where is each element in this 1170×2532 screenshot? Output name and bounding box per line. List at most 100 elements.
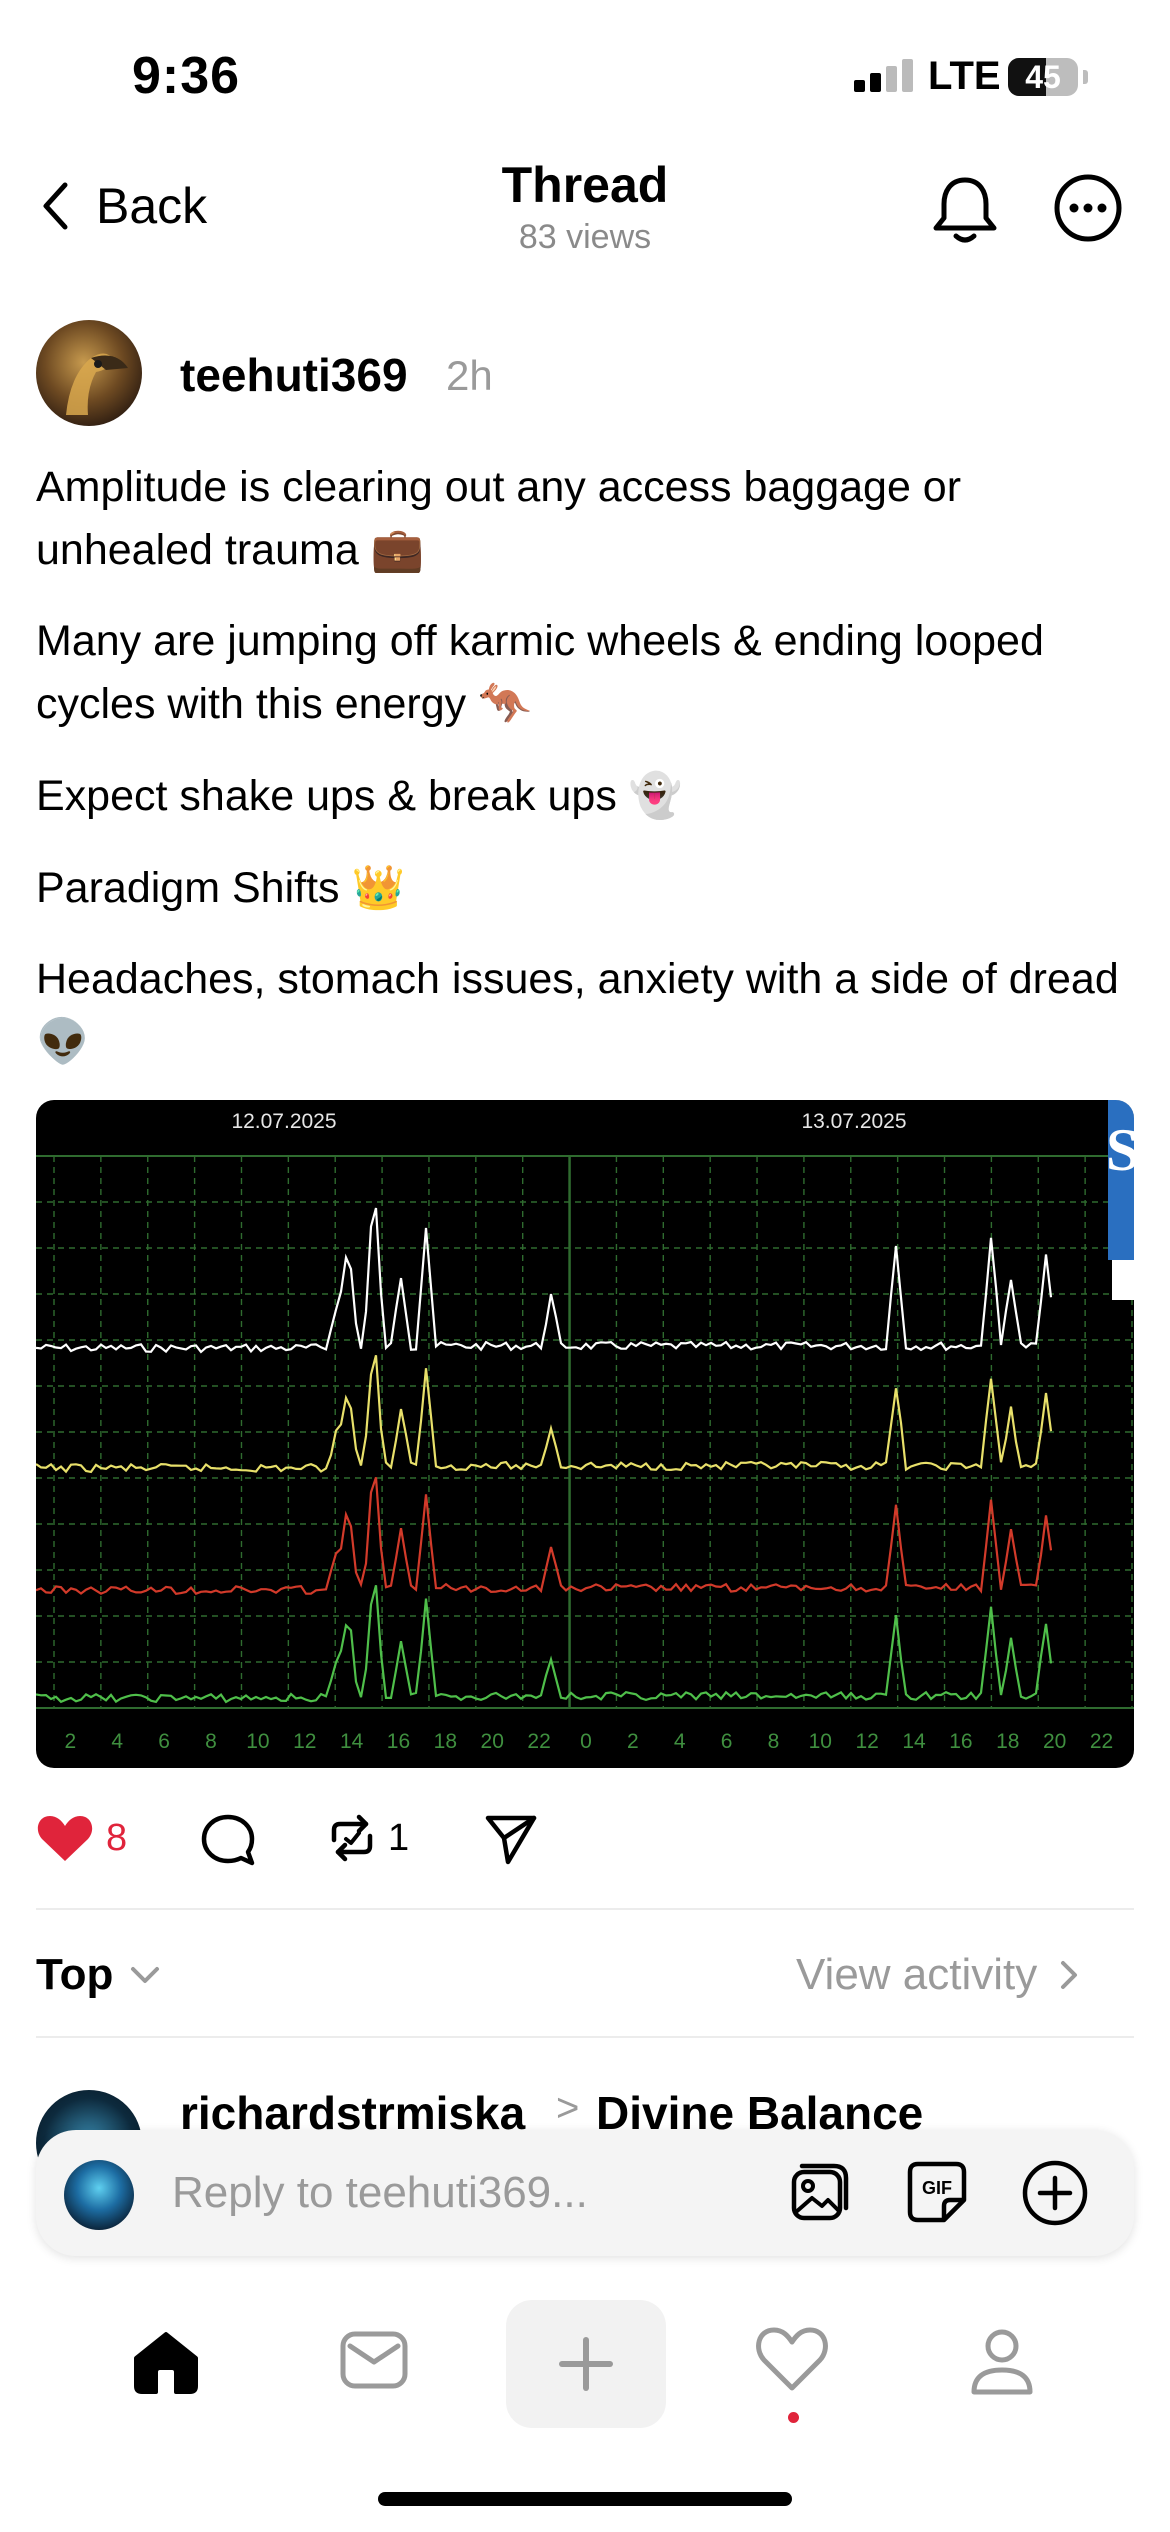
attach-photo-button[interactable] (784, 2158, 854, 2233)
repost-count: 1 (388, 1816, 410, 1859)
plus-circle-icon (1022, 2160, 1088, 2226)
hour-tick-label: 6 (721, 1730, 733, 1753)
alien-emoji: 👽 (36, 1017, 90, 1067)
reply-composer[interactable]: Reply to teehuti369... GIF (36, 2130, 1134, 2256)
status-time: 9:36 (132, 47, 241, 105)
post-paragraph: Paradigm Shifts 👑 (36, 863, 406, 913)
hour-tick-label: 6 (158, 1730, 170, 1753)
like-count: 8 (106, 1816, 128, 1859)
corner-logo-text: S (1106, 1117, 1134, 1183)
hour-tick-label: 8 (205, 1730, 217, 1753)
author-avatar[interactable] (36, 320, 142, 426)
repost-icon (331, 1814, 373, 1862)
signal-icon (854, 59, 914, 92)
add-attachment-button[interactable] (1020, 2158, 1090, 2233)
profile-icon (971, 2329, 1033, 2395)
repost-button[interactable]: 1 (326, 1812, 409, 1864)
plus-icon (559, 2337, 613, 2391)
hour-tick-label: 16 (387, 1730, 410, 1753)
share-button[interactable] (484, 1812, 538, 1871)
view-activity-label: View activity (796, 1950, 1038, 1999)
hour-tick-label: 2 (65, 1730, 77, 1753)
hour-tick-label: 8 (768, 1730, 780, 1753)
hour-tick-label: 18 (996, 1730, 1019, 1753)
trace-line (36, 1355, 1053, 1474)
kangaroo-emoji: 🦘 (478, 679, 532, 729)
post-image[interactable]: 12.07.2025 13.07.2025 S 2 4 6 8 10 12 14 16 18 20… (36, 1100, 1134, 1768)
home-indicator (378, 2492, 792, 2506)
hour-tick-label: 12 (856, 1730, 879, 1753)
hour-tick-label: 4 (111, 1730, 123, 1753)
post-timestamp: 2h (446, 352, 493, 399)
hour-tick-label: 4 (674, 1730, 686, 1753)
hour-tick-label: 18 (434, 1730, 457, 1753)
view-count: 83 views (518, 218, 652, 256)
author-username[interactable]: teehuti369 (180, 348, 408, 402)
hour-tick-label: 22 (527, 1730, 550, 1753)
photo-icon (791, 2163, 849, 2221)
home-icon (134, 2332, 198, 2394)
battery-tip (1083, 70, 1088, 84)
hour-tick-label: 20 (1043, 1730, 1066, 1753)
notifications-button[interactable] (930, 172, 1000, 253)
tab-home[interactable] (128, 2328, 204, 2401)
comment-button[interactable] (200, 1812, 256, 1873)
divider (36, 1908, 1134, 1910)
crown-emoji: 👑 (351, 863, 406, 913)
battery-icon: 45 (1008, 58, 1078, 96)
reply-input[interactable]: Reply to teehuti369... (172, 2168, 588, 2218)
hour-tick-label: 16 (949, 1730, 972, 1753)
chevron-right-icon (1061, 1961, 1078, 1989)
tab-profile[interactable] (966, 2326, 1038, 2403)
view-activity-link[interactable]: View activity (796, 1950, 1083, 2000)
bell-icon (933, 177, 997, 243)
chevron-left-icon (43, 182, 68, 230)
tab-inbox[interactable] (338, 2328, 410, 2397)
back-button[interactable]: Back (40, 176, 207, 236)
like-button[interactable]: 8 (36, 1812, 127, 1864)
heart-icon (37, 1816, 93, 1861)
more-icon (1054, 174, 1122, 242)
comment-icon (201, 1814, 255, 1866)
avatar-image (66, 353, 128, 415)
page-title: Thread (501, 157, 669, 213)
hour-tick-label: 14 (340, 1730, 364, 1753)
inbox-icon (340, 2331, 408, 2389)
hour-tick-label: 20 (481, 1730, 504, 1753)
notification-dot (788, 2412, 799, 2423)
trace-line (36, 1585, 1053, 1704)
hour-tick-label: 12 (293, 1730, 316, 1753)
my-avatar (64, 2160, 134, 2230)
reply-separator: > (556, 2086, 580, 2130)
hour-tick-label: 10 (809, 1730, 832, 1753)
briefcase-emoji: 💼 (370, 525, 425, 575)
hour-tick-label: 10 (246, 1730, 269, 1753)
heart-outline-icon (756, 2327, 828, 2391)
hour-tick-label: 2 (627, 1730, 639, 1753)
trace-line (36, 1476, 1053, 1596)
gif-icon: GIF (907, 2161, 967, 2223)
date-label: 12.07.2025 (231, 1110, 336, 1133)
hour-tick-label: 22 (1090, 1730, 1113, 1753)
sort-dropdown[interactable]: Top (36, 1950, 163, 2000)
more-options-button[interactable] (1052, 172, 1124, 249)
post-paragraph: Expect shake ups & break ups 👻 (36, 771, 683, 821)
tab-activity[interactable] (754, 2324, 830, 2399)
date-label: 13.07.2025 (801, 1110, 906, 1133)
post-paragraph: Amplitude is clearing out any access bag… (36, 463, 962, 575)
hour-tick-label: 0 (580, 1730, 592, 1753)
network-label: LTE (928, 54, 1001, 98)
resonance-chart: 12.07.2025 13.07.2025 S 2 4 6 8 10 12 14 16 18 20… (36, 1100, 1134, 1753)
svg-text:GIF: GIF (922, 2178, 952, 2198)
attach-gif-button[interactable]: GIF (902, 2158, 972, 2233)
divider (36, 2036, 1134, 2038)
battery-level: 45 (1025, 59, 1061, 95)
back-label: Back (96, 178, 208, 234)
hour-tick-label: 14 (902, 1730, 926, 1753)
post-paragraph: Many are jumping off karmic wheels & end… (36, 617, 1044, 729)
chevron-down-icon (131, 1967, 160, 1983)
post-paragraph: Headaches, stomach issues, anxiety with … (36, 955, 1119, 1067)
send-icon (485, 1815, 537, 1865)
tab-new-thread[interactable] (506, 2300, 666, 2428)
trace-line (36, 1207, 1053, 1354)
